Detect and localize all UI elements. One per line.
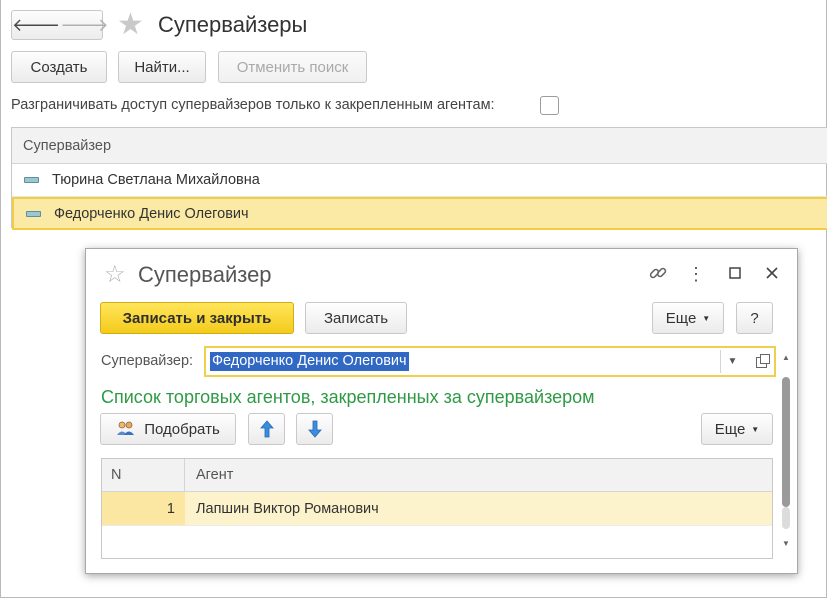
list-row[interactable]: Тюрина Светлана Михайловна — [12, 164, 827, 197]
dropdown-arrow-icon[interactable]: ▼ — [720, 350, 744, 373]
dialog-title: Супервайзер — [138, 262, 272, 287]
more-actions-icon[interactable]: ⋮ — [684, 263, 708, 285]
more-button[interactable]: Еще ▼ — [652, 302, 724, 334]
catalog-item-icon — [24, 177, 39, 183]
arrow-left-icon: 🡐 — [12, 14, 61, 35]
arrow-right-icon: 🡒 — [60, 14, 109, 35]
close-icon[interactable] — [760, 263, 784, 285]
table-row[interactable]: 1 Лапшин Виктор Романович — [102, 492, 772, 526]
supervisors-list: Супервайзер Тюрина Светлана Михайловна Ф… — [11, 127, 827, 230]
nav-buttons: 🡐 🡒 — [11, 10, 109, 40]
dropdown-arrow-icon: ▼ — [702, 313, 711, 323]
list-header-supervisor[interactable]: Супервайзер — [12, 128, 827, 164]
scroll-up-arrow-icon[interactable]: ▲ — [782, 353, 790, 362]
favorite-star-icon[interactable]: ★ — [117, 9, 144, 41]
scroll-down-arrow-icon[interactable]: ▼ — [782, 539, 790, 548]
save-and-close-button[interactable]: Записать и закрыть — [100, 302, 294, 334]
column-header-agent[interactable]: Агент — [185, 459, 772, 491]
create-button[interactable]: Создать — [11, 51, 107, 83]
open-item-icon[interactable] — [752, 353, 770, 371]
column-header-n[interactable]: N — [102, 459, 185, 491]
link-icon[interactable] — [646, 263, 670, 288]
list-row-label: Федорченко Денис Олегович — [54, 205, 249, 222]
favorite-star-icon[interactable]: ☆ — [104, 262, 126, 288]
maximize-icon[interactable] — [723, 263, 747, 285]
list-row-selected[interactable]: Федорченко Денис Олегович — [12, 197, 827, 230]
pick-button-label: Подобрать — [144, 420, 220, 438]
row-number: 1 — [102, 492, 185, 525]
restrict-access-label: Разграничивать доступ супервайзеров толь… — [11, 97, 495, 113]
back-button[interactable]: 🡐 — [12, 11, 60, 39]
agents-section-title: Список торговых агентов, закрепленных за… — [101, 387, 595, 407]
agents-table: N Агент 1 Лапшин Виктор Романович — [101, 458, 773, 559]
restrict-access-checkbox[interactable] — [540, 96, 559, 115]
list-row-label: Тюрина Светлана Михайловна — [52, 172, 260, 188]
scrollbar-thumb[interactable] — [782, 377, 790, 507]
scrollbar-track[interactable] — [782, 507, 790, 529]
more-button-label: Еще — [665, 309, 697, 327]
supervisor-field-label: Супервайзер: — [101, 353, 194, 369]
users-pick-icon — [116, 420, 136, 439]
supervisor-field[interactable]: Федорченко Денис Олегович ▼ — [204, 346, 776, 377]
table-header: N Агент — [102, 459, 772, 492]
move-up-button[interactable] — [248, 413, 285, 445]
cancel-search-button[interactable]: Отменить поиск — [218, 51, 367, 83]
agents-more-button[interactable]: Еще ▼ — [701, 413, 773, 445]
move-down-button[interactable] — [296, 413, 333, 445]
catalog-item-icon — [26, 210, 41, 217]
save-button[interactable]: Записать — [305, 302, 407, 334]
dropdown-arrow-icon: ▼ — [751, 424, 760, 434]
arrow-down-icon — [307, 420, 322, 438]
agents-more-button-label: Еще — [714, 420, 746, 438]
arrow-up-icon — [259, 420, 274, 438]
page-title: Супервайзеры — [158, 12, 308, 37]
pick-button[interactable]: Подобрать — [100, 413, 236, 445]
row-agent: Лапшин Виктор Романович — [196, 500, 379, 517]
supervisor-field-value: Федорченко Денис Олегович — [210, 352, 409, 371]
help-button[interactable]: ? — [736, 302, 773, 334]
find-button[interactable]: Найти... — [118, 51, 206, 83]
forward-button[interactable]: 🡒 — [60, 11, 108, 39]
supervisor-dialog: ☆ Супервайзер ⋮ Записать и закрыть Запис… — [85, 248, 798, 574]
